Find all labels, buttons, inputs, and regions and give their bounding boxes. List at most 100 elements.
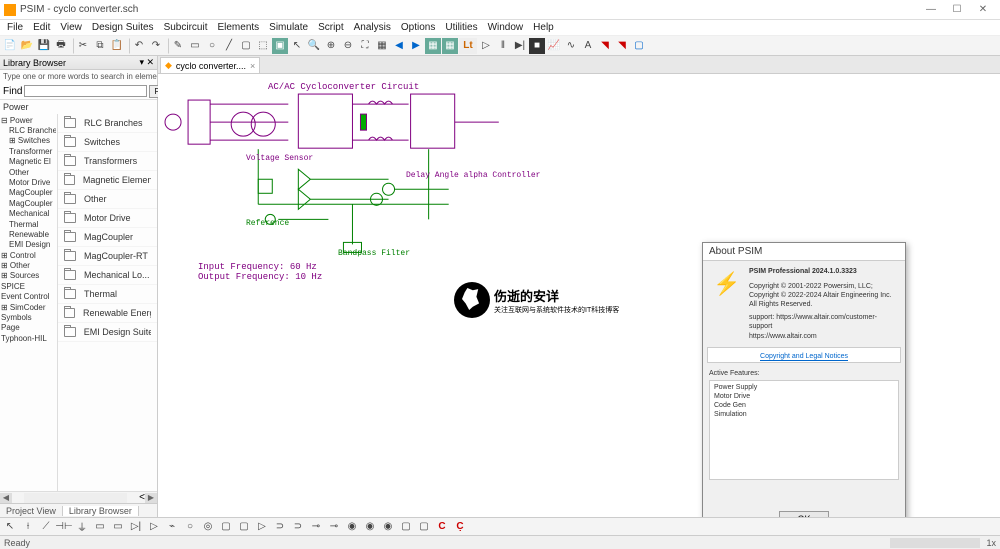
back-icon[interactable]: ◀ <box>391 38 407 54</box>
block-icon[interactable]: ▢ <box>416 519 432 535</box>
meter-icon[interactable]: ◉ <box>380 519 396 535</box>
ground-icon[interactable]: ⏚ <box>74 519 90 535</box>
paste-icon[interactable]: 📋 <box>109 38 125 54</box>
menu-subcircuit[interactable]: Subcircuit <box>159 22 213 33</box>
text-icon[interactable]: A <box>580 38 596 54</box>
tree-item[interactable]: EMI Design <box>1 240 56 250</box>
zoom-icon[interactable]: 🔍 <box>306 38 322 54</box>
gate-icon[interactable]: ⊃ <box>290 519 306 535</box>
sim-icon[interactable]: ▦ <box>442 38 458 54</box>
thyristor-icon[interactable]: ▷ <box>146 519 162 535</box>
inductor-icon[interactable]: ⟋ <box>38 519 54 535</box>
probe-icon[interactable]: ⊸ <box>326 519 342 535</box>
forward-icon[interactable]: ▶ <box>408 38 424 54</box>
window-icon[interactable]: ▢ <box>631 38 647 54</box>
category-item[interactable]: RLC Branches <box>58 114 157 133</box>
menu-analysis[interactable]: Analysis <box>349 22 396 33</box>
zoom-in-icon[interactable]: ⊕ <box>323 38 339 54</box>
tool-icon[interactable]: ╱ <box>221 38 237 54</box>
tree-item[interactable]: Renewable <box>1 230 56 240</box>
tree-item[interactable]: ⊞ Switches <box>1 136 56 146</box>
menu-script[interactable]: Script <box>313 22 349 33</box>
flag-icon[interactable]: ◥ <box>614 38 630 54</box>
print-icon[interactable]: 🖶 <box>53 38 69 54</box>
pointer-icon[interactable]: ↖ <box>289 38 305 54</box>
minimize-button[interactable]: — <box>918 2 944 18</box>
tree-item[interactable]: Symbols <box>1 313 56 323</box>
tree-item[interactable]: ⊞ Other <box>1 261 56 271</box>
block-icon[interactable]: ▢ <box>236 519 252 535</box>
tree-item[interactable]: RLC Branche <box>1 126 56 136</box>
opamp-icon[interactable]: ▷ <box>254 519 270 535</box>
menu-help[interactable]: Help <box>528 22 559 33</box>
zoom-fit-icon[interactable]: ⛶ <box>357 38 373 54</box>
switch-icon[interactable]: ⌁ <box>164 519 180 535</box>
flag-icon[interactable]: ◥ <box>597 38 613 54</box>
c-button[interactable]: C <box>434 519 450 535</box>
tree-item[interactable]: Magnetic El <box>1 157 56 167</box>
play-icon[interactable]: ▷ <box>478 38 494 54</box>
tool-icon[interactable]: ▭ <box>187 38 203 54</box>
block-icon[interactable]: ▢ <box>218 519 234 535</box>
category-item[interactable]: Magnetic Elements <box>58 171 157 190</box>
open-icon[interactable]: 📂 <box>19 38 35 54</box>
category-item[interactable]: EMI Design Suite <box>58 323 157 342</box>
cut-icon[interactable]: ✂ <box>75 38 91 54</box>
schematic-canvas[interactable]: AC/AC Cycloconverter Circuit <box>158 74 1000 517</box>
tree-item[interactable]: Event Control <box>1 292 56 302</box>
search-input[interactable] <box>24 85 147 97</box>
tool-icon[interactable]: ○ <box>204 38 220 54</box>
meter-icon[interactable]: ◉ <box>344 519 360 535</box>
tab-library-browser[interactable]: Library Browser <box>63 506 139 516</box>
gate-icon[interactable]: ⊃ <box>272 519 288 535</box>
component-icon[interactable]: ▭ <box>92 519 108 535</box>
menu-view[interactable]: View <box>55 22 87 33</box>
source-icon[interactable]: ◎ <box>200 519 216 535</box>
category-item[interactable]: Switches <box>58 133 157 152</box>
c-button[interactable]: C̣ <box>452 519 468 535</box>
redo-icon[interactable]: ↷ <box>148 38 164 54</box>
undo-icon[interactable]: ↶ <box>131 38 147 54</box>
category-item[interactable]: Thermal <box>58 285 157 304</box>
copy-icon[interactable]: ⧉ <box>92 38 108 54</box>
component-icon[interactable]: ▭ <box>110 519 126 535</box>
menu-simulate[interactable]: Simulate <box>264 22 313 33</box>
category-item[interactable]: MagCoupler-RT <box>58 247 157 266</box>
category-item[interactable]: Transformers <box>58 152 157 171</box>
category-item[interactable]: Mechanical Lo... <box>58 266 157 285</box>
close-icon[interactable]: × <box>250 61 255 71</box>
new-icon[interactable]: 📄 <box>2 38 18 54</box>
diode-icon[interactable]: ▷| <box>128 519 144 535</box>
chart-icon[interactable]: 📈 <box>546 38 562 54</box>
source-icon[interactable]: ○ <box>182 519 198 535</box>
menu-utilities[interactable]: Utilities <box>440 22 482 33</box>
category-list[interactable]: RLC BranchesSwitchesTransformersMagnetic… <box>58 114 157 491</box>
category-item[interactable]: Motor Drive <box>58 209 157 228</box>
menu-file[interactable]: File <box>2 22 28 33</box>
tree-item[interactable]: MagCoupler <box>1 199 56 209</box>
tool-icon[interactable]: ✎ <box>170 38 186 54</box>
tab-project-view[interactable]: Project View <box>0 506 63 516</box>
tree-item[interactable]: Other <box>1 168 56 178</box>
tree-item[interactable]: ⊞ Sources <box>1 271 56 281</box>
menu-design-suites[interactable]: Design Suites <box>87 22 159 33</box>
tool-icon[interactable]: ▢ <box>238 38 254 54</box>
menu-elements[interactable]: Elements <box>212 22 264 33</box>
tree-item[interactable]: Thermal <box>1 220 56 230</box>
element-tree[interactable]: ⊟ PowerRLC Branche⊞ SwitchesTransformerM… <box>0 114 58 491</box>
step-icon[interactable]: ▶| <box>512 38 528 54</box>
tree-item[interactable]: MagCoupler <box>1 188 56 198</box>
menu-window[interactable]: Window <box>483 22 529 33</box>
lt-button[interactable]: Lt <box>459 38 477 54</box>
tool-icon[interactable]: ⬚ <box>255 38 271 54</box>
pause-icon[interactable]: ‖ <box>495 38 511 54</box>
menu-options[interactable]: Options <box>396 22 440 33</box>
block-icon[interactable]: ▢ <box>398 519 414 535</box>
maximize-button[interactable]: ☐ <box>944 2 970 18</box>
zoom-out-icon[interactable]: ⊖ <box>340 38 356 54</box>
tree-item[interactable]: ⊟ Power <box>1 116 56 126</box>
legal-link[interactable]: Copyright and Legal Notices <box>760 353 848 361</box>
tree-item[interactable]: Mechanical <box>1 209 56 219</box>
menu-edit[interactable]: Edit <box>28 22 55 33</box>
close-button[interactable]: ✕ <box>970 2 996 18</box>
